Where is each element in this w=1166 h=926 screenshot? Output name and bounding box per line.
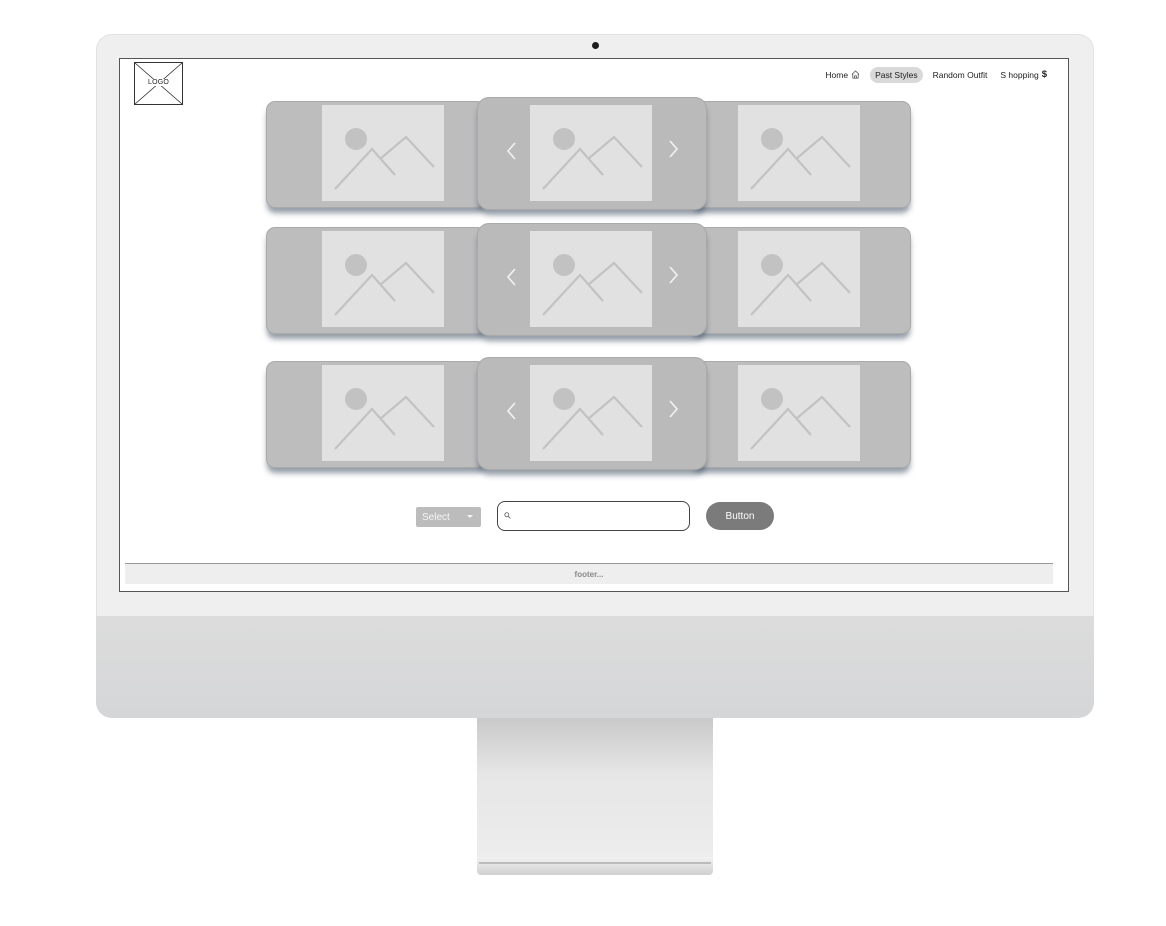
primary-button[interactable]: Button — [706, 502, 774, 530]
chevron-down-icon — [467, 515, 473, 518]
carousel-slide-center[interactable] — [477, 223, 707, 336]
camera-dot — [592, 42, 599, 49]
dollar-icon: $ — [1041, 69, 1047, 80]
carousel-slide-left[interactable] — [266, 227, 486, 334]
carousel-slide-center[interactable] — [477, 357, 707, 470]
select-label: Select — [422, 511, 450, 523]
monitor-chin — [96, 616, 1094, 718]
image-placeholder-icon — [530, 365, 652, 461]
monitor-stand — [477, 718, 713, 858]
nav-past-styles[interactable]: Past Styles — [870, 66, 923, 83]
select-dropdown[interactable]: Select — [416, 507, 481, 527]
main-nav: Home Past Styles Random Outfit S hopping… — [822, 66, 1050, 83]
primary-button-label: Button — [725, 510, 755, 522]
search-field[interactable] — [497, 501, 690, 531]
carousel-slide-left[interactable] — [266, 101, 486, 208]
chevron-left-icon[interactable] — [505, 140, 521, 162]
carousel-slide-right[interactable] — [692, 361, 911, 468]
footer: footer... — [125, 563, 1053, 584]
logo-text: LOGO — [146, 79, 171, 86]
screen: LOGO Home Past Styles Random Outfit S ho… — [119, 58, 1069, 592]
nav-random-outfit-label: Random Outfit — [932, 69, 988, 80]
logo[interactable]: LOGO — [134, 62, 183, 105]
image-placeholder-icon — [738, 365, 860, 461]
image-placeholder-icon — [738, 105, 860, 201]
image-placeholder-icon — [322, 365, 444, 461]
footer-text: footer... — [574, 569, 604, 579]
chevron-right-icon[interactable] — [666, 264, 682, 286]
search-icon — [504, 512, 511, 519]
search-input[interactable] — [516, 507, 685, 527]
nav-home[interactable]: Home — [822, 67, 863, 83]
nav-random-outfit[interactable]: Random Outfit — [930, 67, 991, 83]
image-placeholder-icon — [322, 231, 444, 327]
carousel-slide-center[interactable] — [477, 97, 707, 210]
carousel-slide-right[interactable] — [692, 101, 911, 208]
chevron-right-icon[interactable] — [666, 138, 682, 160]
chevron-right-icon[interactable] — [666, 398, 682, 420]
carousel-slide-left[interactable] — [266, 361, 486, 468]
image-placeholder-icon — [738, 231, 860, 327]
nav-home-label: Home — [825, 69, 849, 80]
image-placeholder-icon — [530, 231, 652, 327]
chevron-left-icon[interactable] — [505, 400, 521, 422]
image-placeholder-icon — [530, 105, 652, 201]
chevron-left-icon[interactable] — [505, 266, 521, 288]
nav-past-styles-label: Past Styles — [875, 69, 918, 80]
home-icon — [851, 70, 860, 79]
nav-shopping-label: S hopping — [1000, 69, 1039, 80]
nav-shopping[interactable]: S hopping $ — [997, 66, 1050, 83]
stand-base-edge — [479, 862, 711, 864]
image-placeholder-icon — [322, 105, 444, 201]
monitor-stand-base — [477, 857, 713, 875]
carousel-slide-right[interactable] — [692, 227, 911, 334]
